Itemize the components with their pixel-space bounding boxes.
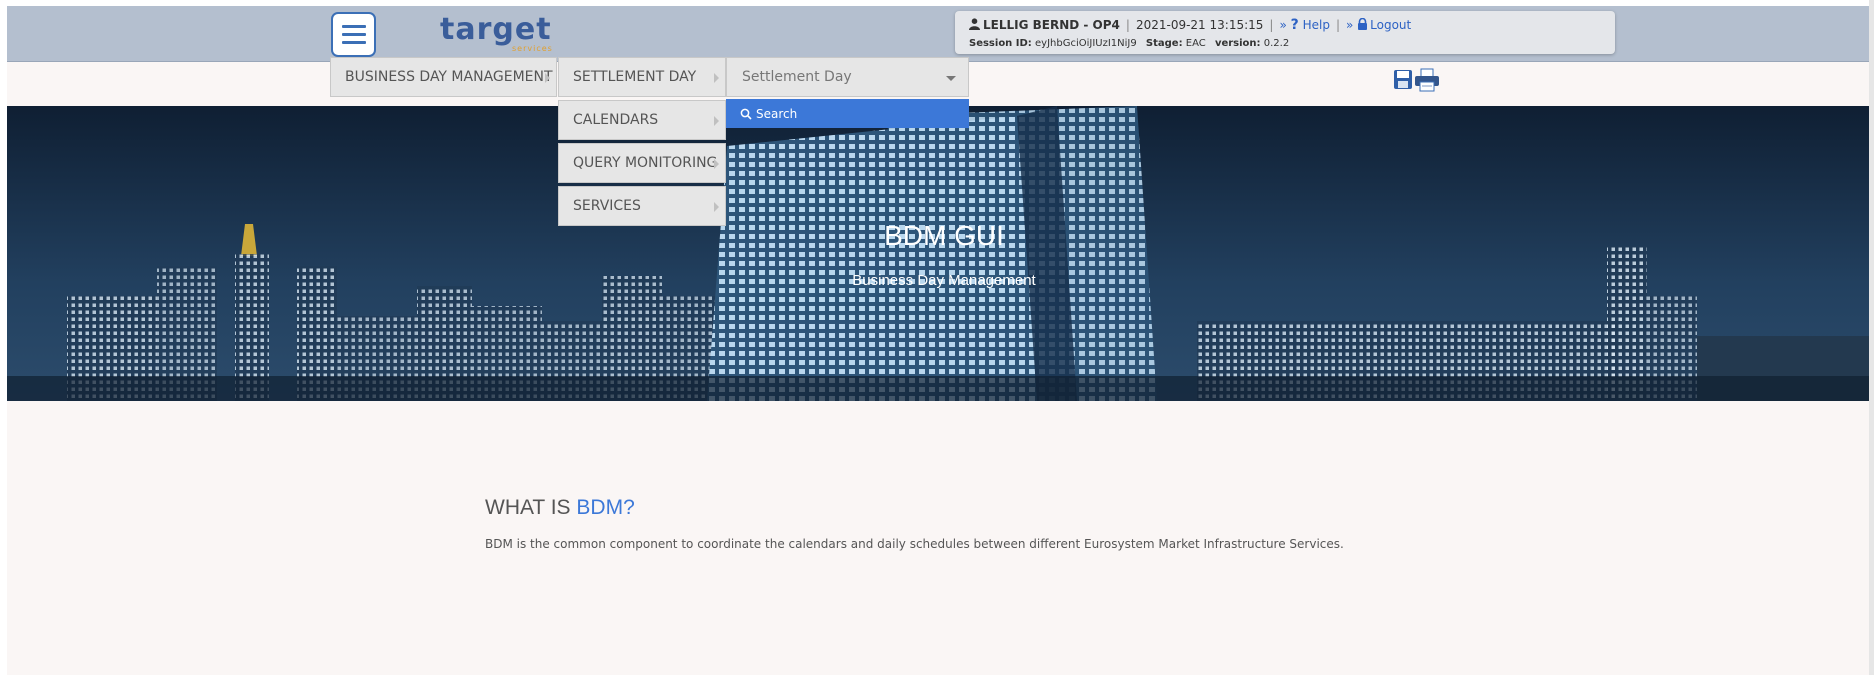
menu-bar-icon xyxy=(341,41,366,44)
hero-subtitle: Business Day Management xyxy=(7,272,1869,289)
hamburger-menu-button[interactable] xyxy=(331,12,376,57)
section-description: BDM is the common component to coordinat… xyxy=(485,537,1344,551)
logo-text: target xyxy=(440,12,552,47)
logo-subtext: services xyxy=(512,44,553,53)
question-icon: ? xyxy=(1290,17,1299,33)
menu-bar-icon xyxy=(341,33,366,36)
toolbar-icons xyxy=(1393,68,1449,96)
caret-right-icon xyxy=(714,202,719,212)
hero-title-text: BDM GUI xyxy=(884,220,1004,251)
heading-prefix: WHAT IS xyxy=(485,496,577,519)
settlement-day-select[interactable]: Settlement Day xyxy=(726,57,969,97)
menu-calendars[interactable]: CALENDARS xyxy=(558,100,726,140)
logout-label: Logout xyxy=(1370,18,1412,32)
separator: | xyxy=(1125,18,1130,32)
hero-subtitle-text: Business Day Management xyxy=(852,272,1036,289)
menu-label: BUSINESS DAY MANAGEMENT xyxy=(345,69,553,85)
search-option[interactable]: Search xyxy=(726,99,969,128)
menu-services[interactable]: SERVICES xyxy=(558,186,726,226)
heading-accent: BDM? xyxy=(576,496,635,519)
session-line-details: Session ID: eyJhbGciOiJIUzI1NiJ9 Stage: … xyxy=(969,38,1289,49)
city-skyline-image xyxy=(7,106,1869,401)
logout-link[interactable]: » Logout xyxy=(1346,18,1411,32)
caret-right-icon xyxy=(545,73,550,83)
lock-icon xyxy=(1358,18,1368,30)
menu-label: SETTLEMENT DAY xyxy=(573,69,697,85)
stage-value: EAC xyxy=(1185,38,1206,49)
caret-right-icon xyxy=(714,73,719,83)
search-option-label: Search xyxy=(756,106,798,121)
menu-label: CALENDARS xyxy=(573,112,659,128)
hero-banner: BDM GUI Business Day Management xyxy=(7,106,1869,401)
help-link[interactable]: » ? Help xyxy=(1279,17,1330,33)
menu-label: QUERY MONITORING xyxy=(573,155,718,171)
double-chevron-icon: » xyxy=(1279,18,1287,32)
menu-settlement-day[interactable]: SETTLEMENT DAY xyxy=(558,57,726,97)
separator: | xyxy=(1335,18,1340,32)
session-info-box: LELLIG BERND - OP4 | 2021-09-21 13:15:15 | »… xyxy=(955,11,1615,54)
top-header: target services LELLIG BERND - OP4 | 2021-… xyxy=(7,6,1869,62)
session-line-user: LELLIG BERND - OP4 | 2021-09-21 13:15:15 | »… xyxy=(969,17,1411,33)
menu-business-day-management[interactable]: BUSINESS DAY MANAGEMENT xyxy=(330,57,557,97)
session-id-value: eyJhbGciOiJIUzI1NiJ9 xyxy=(1035,38,1137,49)
session-id-label: Session ID: xyxy=(969,38,1032,49)
version-value: 0.2.2 xyxy=(1263,38,1290,49)
caret-right-icon xyxy=(714,159,719,169)
stage-label: Stage: xyxy=(1145,38,1183,49)
search-icon xyxy=(740,108,752,120)
scrollbar-edge[interactable] xyxy=(1869,0,1874,675)
user-icon xyxy=(969,18,980,30)
section-heading: WHAT IS BDM? xyxy=(485,496,635,520)
save-icon[interactable] xyxy=(1393,68,1413,90)
menu-label: SERVICES xyxy=(573,198,641,214)
version-label: version: xyxy=(1214,38,1261,49)
select-value: Settlement Day xyxy=(742,69,852,85)
menu-bar-icon xyxy=(341,25,366,28)
menu-query-monitoring[interactable]: QUERY MONITORING xyxy=(558,143,726,183)
hero-title: BDM GUI xyxy=(7,220,1869,252)
target-logo: target services xyxy=(432,10,572,56)
user-name: LELLIG BERND - OP4 xyxy=(983,18,1120,32)
caret-right-icon xyxy=(714,116,719,126)
double-chevron-icon: » xyxy=(1345,18,1354,32)
chevron-down-icon xyxy=(946,76,956,81)
help-label: Help xyxy=(1302,18,1330,32)
printer-icon[interactable] xyxy=(1414,68,1440,92)
separator: | xyxy=(1269,18,1274,32)
session-datetime: 2021-09-21 13:15:15 xyxy=(1135,18,1264,32)
